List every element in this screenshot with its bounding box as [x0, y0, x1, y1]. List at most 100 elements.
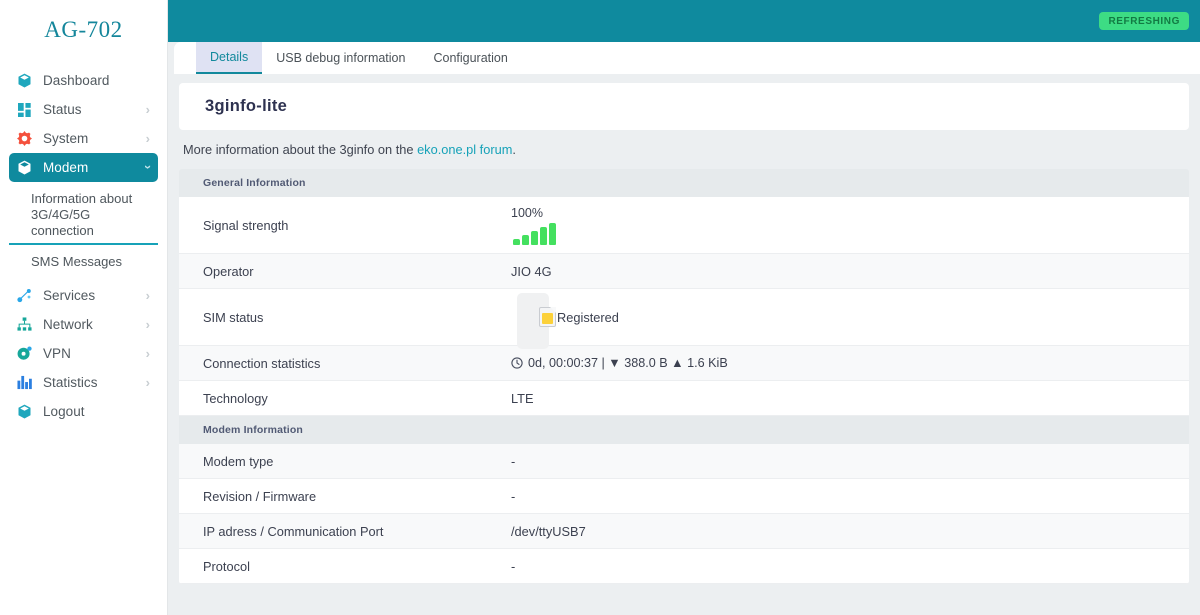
row-label-connection-statistics: Connection statistics: [203, 355, 321, 371]
grid-icon: [15, 101, 34, 119]
table-row: Connection statistics 0d, 00:00:37 | ▼ 3…: [179, 346, 1189, 381]
sidebar-item-statistics[interactable]: Statistics ›: [9, 368, 158, 397]
sidebar-item-services[interactable]: Services ›: [9, 281, 158, 310]
signal-strength-indicator: 100%: [511, 206, 556, 245]
info-text: More information about the 3ginfo on the…: [179, 142, 1189, 169]
row-value-modem-type: -: [511, 454, 1189, 469]
chevron-right-icon: ›: [145, 346, 150, 361]
tab-configuration[interactable]: Configuration: [419, 42, 521, 74]
sidebar-item-label: Dashboard: [43, 73, 110, 88]
clock-icon: [511, 357, 523, 369]
sidebar-item-label: Services: [43, 288, 96, 303]
row-value: -: [511, 453, 516, 469]
tab-bar: Details USB debug information Configuratio…: [174, 42, 1200, 74]
nodes-icon: [15, 287, 34, 305]
row-value-operator: JIO 4G: [511, 264, 1189, 279]
row-value: JIO 4G: [511, 263, 552, 279]
row-value-connection-statistics: 0d, 00:00:37 | ▼ 388.0 B ▲ 1.6 KiB: [511, 356, 1189, 370]
brand-logo: AG-702: [44, 17, 123, 42]
refreshing-badge[interactable]: REFRESHING: [1099, 12, 1189, 30]
table-row: Operator JIO 4G: [179, 254, 1189, 289]
sidebar-item-label: Statistics: [43, 375, 98, 390]
table-row: IP adress / Communication Port /dev/ttyU…: [179, 514, 1189, 549]
row-label-modem-type: Modem type: [203, 453, 274, 469]
cube-icon: [15, 403, 34, 421]
cube-icon: [15, 72, 34, 90]
info-prefix: More information about the 3ginfo on the: [183, 142, 418, 157]
table-row: Technology LTE: [179, 381, 1189, 416]
row-value: /dev/ttyUSB7: [511, 523, 586, 539]
sidebar-nav: Dashboard Status › System › Modem ›: [0, 60, 167, 182]
row-label-technology: Technology: [203, 390, 268, 406]
connection-statistics-text: 0d, 00:00:37 | ▼ 388.0 B ▲ 1.6 KiB: [528, 356, 728, 370]
row-label-sim-status: SIM status: [203, 309, 264, 325]
sidebar-item-label: Modem: [43, 160, 89, 175]
network-tree-icon: [15, 316, 34, 334]
sidebar-item-label: Status: [43, 102, 82, 117]
table-row: Revision / Firmware -: [179, 479, 1189, 514]
globe-shield-icon: [15, 345, 34, 363]
row-value-signal-strength: 100%: [511, 206, 1189, 245]
table-row: SIM status Registered: [179, 289, 1189, 349]
row-value: -: [511, 488, 516, 504]
sidebar-nav-bottom: Services › Network › VPN › Statistics › …: [0, 275, 167, 426]
sidebar-item-network[interactable]: Network ›: [9, 310, 158, 339]
eko-forum-link[interactable]: eko.one.pl forum: [417, 142, 512, 157]
sidebar-subitem-information-about-3g-4g-5g-c[interactable]: Information about 3G/4G/5G connection: [9, 186, 158, 245]
chevron-down-icon: ›: [140, 164, 156, 170]
sidebar: AG-702 Dashboard Status › System › Modem…: [0, 0, 168, 615]
sidebar-item-vpn[interactable]: VPN ›: [9, 339, 158, 368]
row-value-technology: LTE: [511, 391, 1189, 406]
app-root: AG-702 Dashboard Status › System › Modem…: [0, 0, 1200, 615]
cube-icon: [15, 159, 34, 177]
signal-bars-icon: [511, 222, 556, 245]
row-value: -: [511, 558, 516, 574]
main-area: REFRESHING Details USB debug information C…: [168, 0, 1200, 615]
content-area: 3ginfo-lite More information about the 3…: [174, 74, 1200, 615]
row-value: LTE: [511, 390, 534, 406]
sim-card-icon: [539, 307, 556, 327]
table-row: Protocol -: [179, 549, 1189, 584]
sim-status-cell: Registered: [511, 293, 1189, 349]
chevron-right-icon: ›: [145, 131, 150, 146]
chevron-right-icon: ›: [145, 317, 150, 332]
sim-status-label: Registered: [557, 309, 619, 325]
row-value-sim-status: Registered: [511, 293, 1189, 349]
chevron-right-icon: ›: [145, 102, 150, 117]
row-label-signal-strength: Signal strength: [203, 217, 289, 233]
row-label-ip-adress-communication-port: IP adress / Communication Port: [203, 523, 384, 539]
sidebar-submenu: Information about 3G/4G/5G connection SMS…: [0, 182, 167, 275]
sidebar-item-label: Network: [43, 317, 93, 332]
details-table: General Information Signal strength 100%…: [179, 169, 1189, 584]
tab-usb-debug-information[interactable]: USB debug information: [262, 42, 419, 74]
info-suffix: .: [512, 142, 516, 157]
section-heading: Modem Information: [179, 416, 1189, 444]
gear-icon: [15, 130, 34, 148]
page-title: 3ginfo-lite: [179, 83, 1189, 130]
sidebar-item-label: System: [43, 131, 89, 146]
tab-details[interactable]: Details: [196, 42, 263, 74]
row-value-revision-firmware: -: [511, 489, 1189, 504]
bar-chart-icon: [15, 374, 34, 392]
row-label-protocol: Protocol: [203, 558, 250, 574]
sidebar-item-modem[interactable]: Modem ›: [9, 153, 158, 182]
sidebar-subitem-sms-messages[interactable]: SMS Messages: [9, 249, 158, 275]
sidebar-item-label: Logout: [43, 404, 85, 419]
sidebar-item-label: VPN: [43, 346, 71, 361]
sidebar-item-dashboard[interactable]: Dashboard: [9, 66, 158, 95]
row-label-revision-firmware: Revision / Firmware: [203, 488, 317, 504]
chevron-right-icon: ›: [145, 375, 150, 390]
signal-percent-label: 100%: [511, 205, 543, 220]
table-row: Modem type -: [179, 444, 1189, 479]
top-bar: REFRESHING: [168, 0, 1200, 42]
table-row: Signal strength 100%: [179, 197, 1189, 254]
row-value-protocol: -: [511, 559, 1189, 574]
section-heading: General Information: [179, 169, 1189, 197]
row-value-ip-adress-communication-port: /dev/ttyUSB7: [511, 524, 1189, 539]
connection-statistics-value: 0d, 00:00:37 | ▼ 388.0 B ▲ 1.6 KiB: [511, 356, 728, 370]
chevron-right-icon: ›: [145, 288, 150, 303]
row-label-operator: Operator: [203, 263, 254, 279]
sidebar-item-system[interactable]: System ›: [9, 124, 158, 153]
sidebar-item-logout[interactable]: Logout: [9, 397, 158, 426]
sidebar-item-status[interactable]: Status ›: [9, 95, 158, 124]
